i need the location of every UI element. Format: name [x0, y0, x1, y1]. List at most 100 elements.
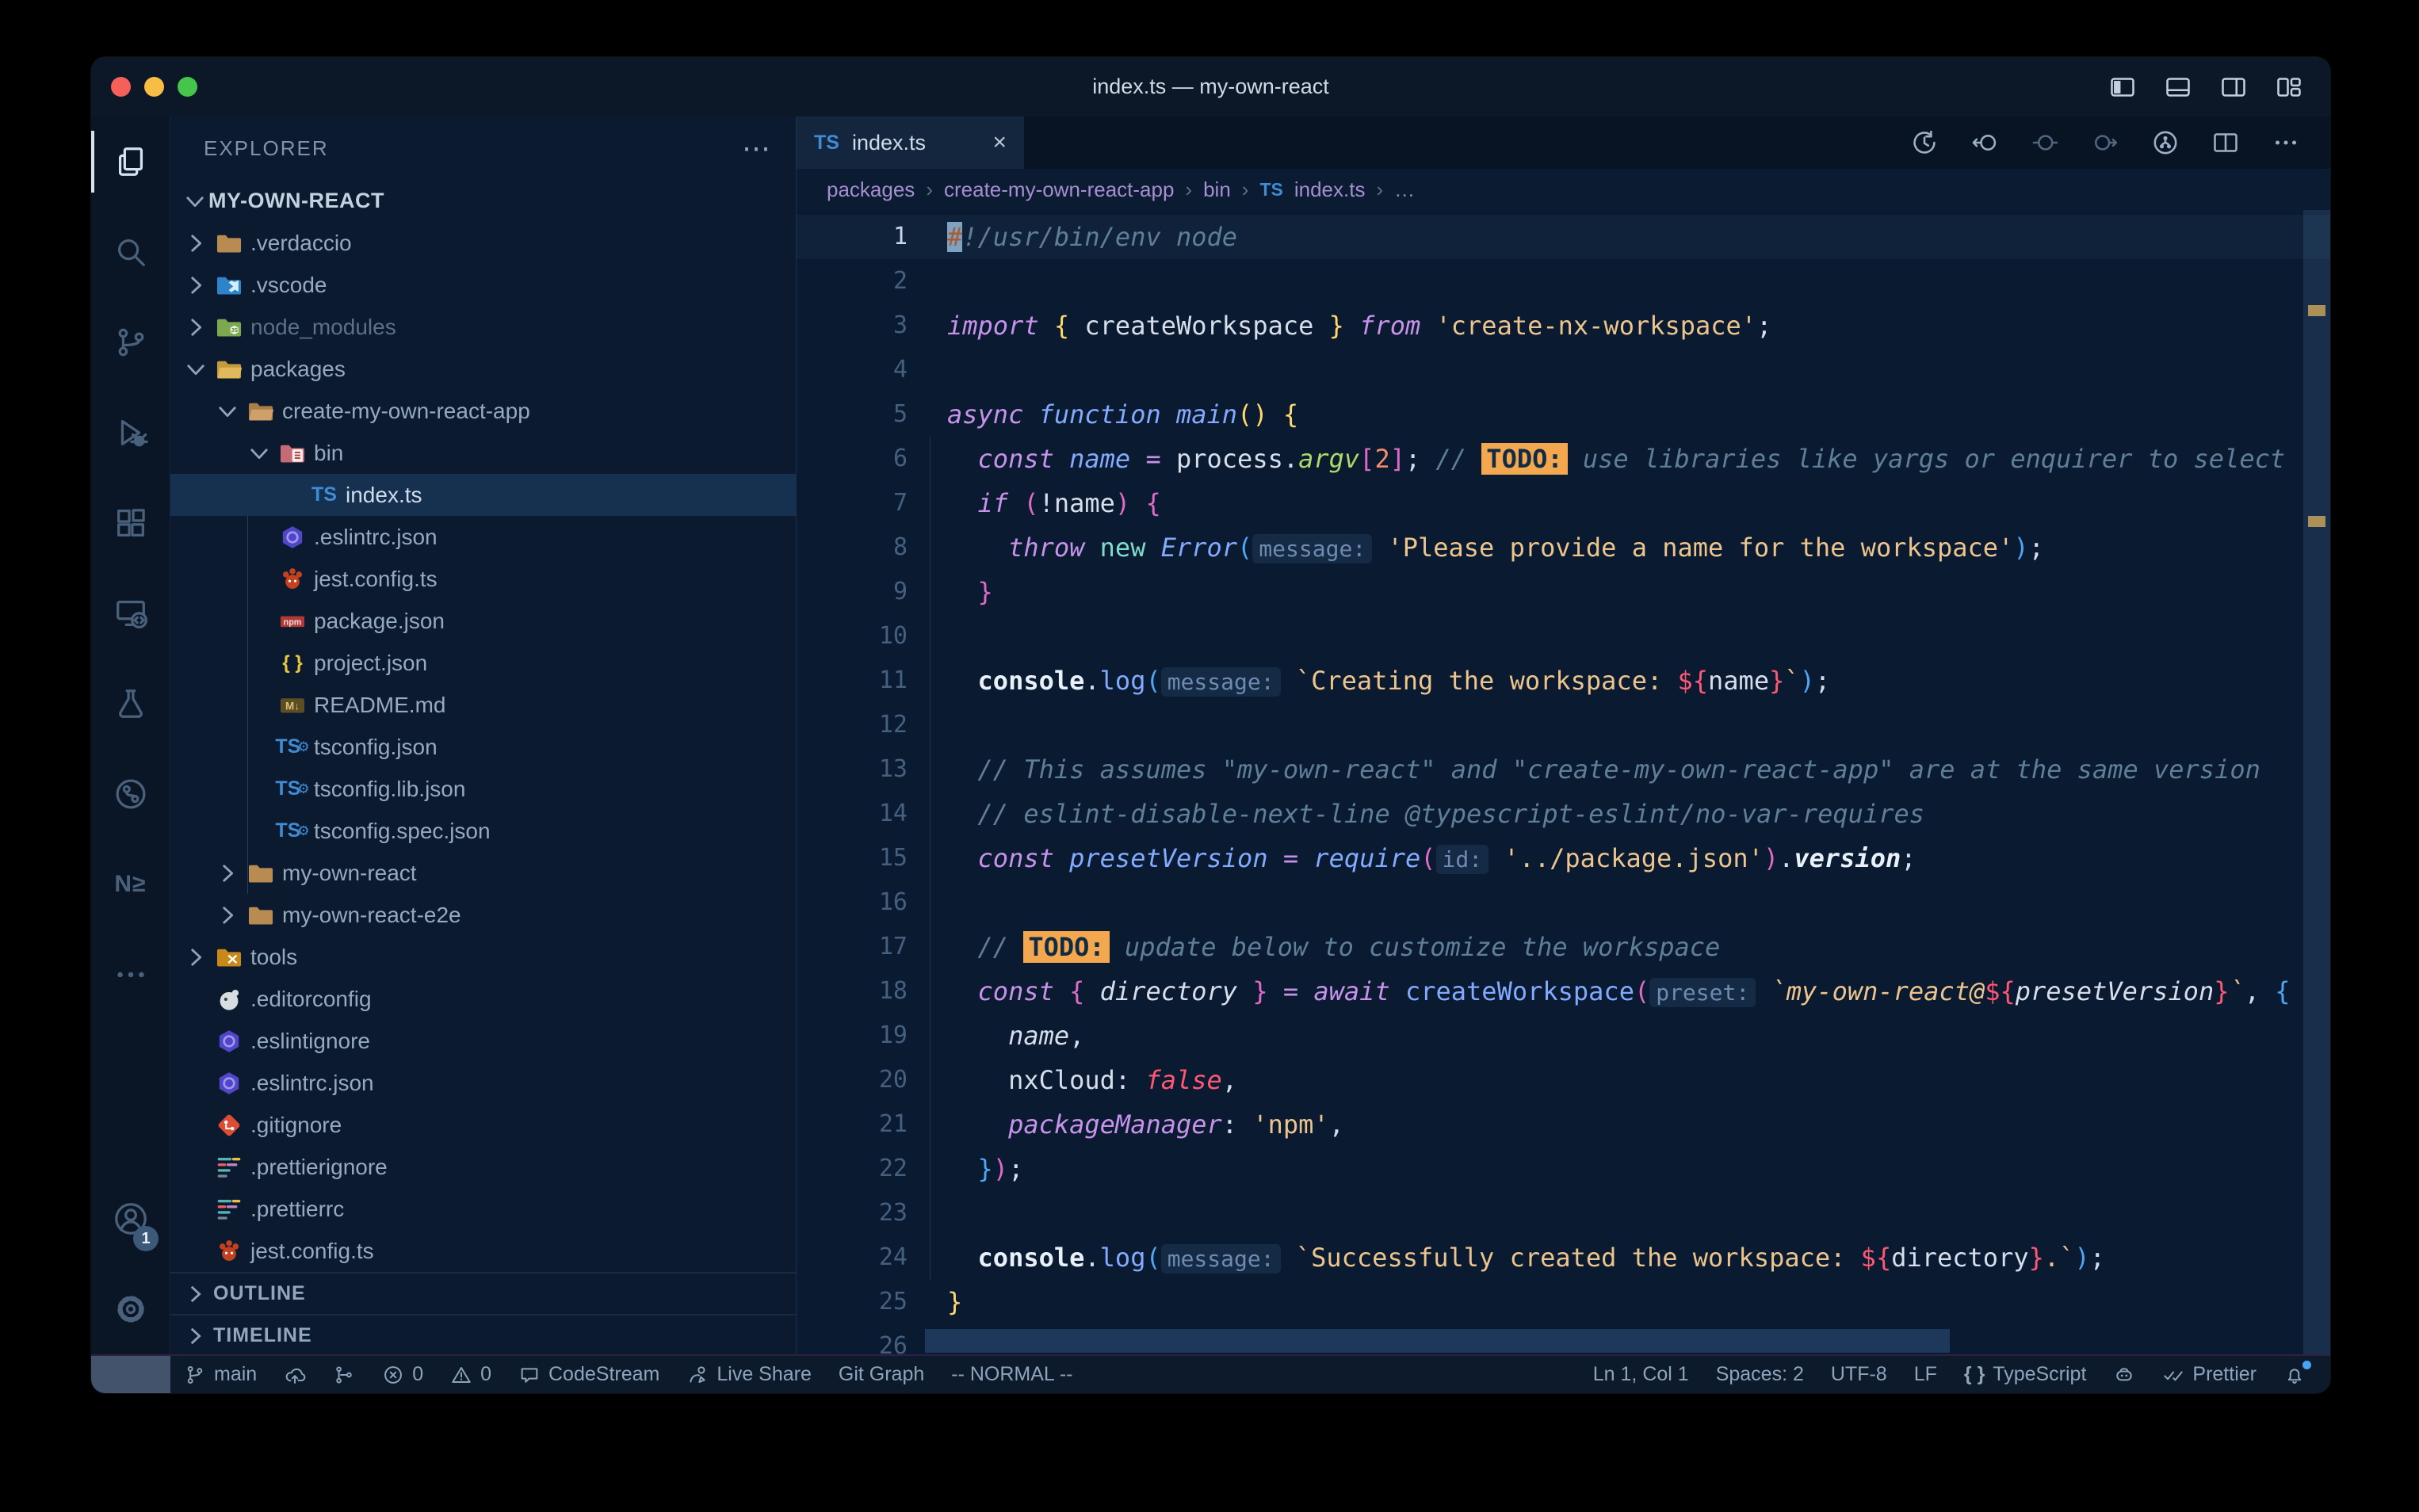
scrollbar-horizontal-thumb[interactable]	[925, 1329, 1950, 1353]
tree-item-tools[interactable]: tools	[170, 936, 796, 978]
tree-item-.eslintrc.json[interactable]: .eslintrc.json	[170, 516, 796, 558]
status-item-errors[interactable]: 0	[369, 1356, 437, 1393]
nav-back-icon[interactable]	[2031, 128, 2059, 157]
sidebar-more-icon[interactable]: ⋯	[742, 132, 772, 165]
activity-item-nx-console[interactable]: N≥	[91, 839, 170, 930]
tree-item-jest.config.ts[interactable]: jest.config.ts	[170, 558, 796, 600]
code-line-6[interactable]: 6 const name = process.argv[2]; // TODO:…	[797, 437, 2330, 481]
code-line-21[interactable]: 21 packageManager: 'npm',	[797, 1102, 2330, 1147]
code-line-19[interactable]: 19 name,	[797, 1014, 2330, 1058]
code-line-15[interactable]: 15 const presetVersion = require(id: '..…	[797, 836, 2330, 880]
tree-item-package.json[interactable]: npmpackage.json	[170, 600, 796, 642]
customize-layout-icon[interactable]	[2275, 73, 2303, 101]
status-item-prettier[interactable]: Prettier	[2149, 1356, 2270, 1393]
tree-root-my-own-react[interactable]: MY-OWN-REACT	[170, 180, 796, 222]
activity-item-accounts[interactable]: 1	[91, 1174, 170, 1264]
activity-item-git-graph[interactable]	[91, 749, 170, 839]
toggle-primary-sidebar-icon[interactable]	[2108, 73, 2137, 101]
status-item-publish[interactable]	[270, 1356, 319, 1393]
status-item-pipeline[interactable]	[319, 1356, 369, 1393]
tree-item-bin[interactable]: bin	[170, 432, 796, 474]
tree-item-.prettierignore[interactable]: .prettierignore	[170, 1146, 796, 1188]
status-item-cursor-position[interactable]: Ln 1, Col 1	[1580, 1356, 1702, 1393]
open-previous-change-icon[interactable]	[1970, 128, 1999, 157]
code-line-12[interactable]: 12	[797, 703, 2330, 747]
close-tab-icon[interactable]: ×	[992, 129, 1007, 156]
code-line-23[interactable]: 23	[797, 1191, 2330, 1235]
breadcrumb-item-bin[interactable]: bin	[1203, 178, 1231, 202]
tree-item-.gitignore[interactable]: .gitignore	[170, 1104, 796, 1146]
code-line-9[interactable]: 9 }	[797, 570, 2330, 614]
code-line-10[interactable]: 10	[797, 614, 2330, 659]
tree-item-create-my-own-react-app[interactable]: create-my-own-react-app	[170, 390, 796, 432]
tab-index-ts[interactable]: TS index.ts ×	[797, 116, 1024, 169]
tree-item-my-own-react[interactable]: my-own-react	[170, 852, 796, 894]
close-window-button[interactable]	[111, 77, 131, 97]
activity-item-testing[interactable]	[91, 659, 170, 749]
tree-item-.eslintignore[interactable]: .eslintignore	[170, 1020, 796, 1062]
code-line-8[interactable]: 8 throw new Error(message: 'Please provi…	[797, 525, 2330, 570]
status-item-git-branch[interactable]: main	[170, 1356, 270, 1393]
code-line-17[interactable]: 17 // TODO: update below to customize th…	[797, 925, 2330, 969]
tree-item-node_modules[interactable]: JSnode_modules	[170, 306, 796, 348]
tree-item-.vscode[interactable]: .vscode	[170, 264, 796, 306]
tree-item-my-own-react-e2e[interactable]: my-own-react-e2e	[170, 894, 796, 936]
code-line-16[interactable]: 16	[797, 880, 2330, 925]
toggle-panel-icon[interactable]	[2164, 73, 2192, 101]
activity-item-extensions[interactable]	[91, 478, 170, 568]
activity-item-settings[interactable]	[91, 1264, 170, 1354]
code-line-2[interactable]: 2	[797, 259, 2330, 304]
status-item-notifications[interactable]	[2270, 1356, 2319, 1393]
tree-item-.verdaccio[interactable]: .verdaccio	[170, 222, 796, 264]
nav-forward-icon[interactable]	[2091, 128, 2119, 157]
tree-item-.prettierrc[interactable]: .prettierrc	[170, 1188, 796, 1230]
activity-item-source-control[interactable]	[91, 297, 170, 388]
scrollbar-vertical-thumb[interactable]	[2303, 210, 2330, 1354]
code-line-13[interactable]: 13 // This assumes "my-own-react" and "c…	[797, 747, 2330, 792]
status-item-encoding[interactable]: UTF-8	[1817, 1356, 1901, 1393]
code-line-5[interactable]: 5async function main() {	[797, 392, 2330, 437]
code-line-14[interactable]: 14 // eslint-disable-next-line @typescri…	[797, 792, 2330, 836]
status-item-git-graph[interactable]: Git Graph	[825, 1356, 938, 1393]
activity-item-explorer[interactable]	[91, 116, 170, 207]
status-item-indentation[interactable]: Spaces: 2	[1702, 1356, 1817, 1393]
timeline-history-icon[interactable]	[1910, 128, 1939, 157]
status-item-copilot[interactable]	[2100, 1356, 2149, 1393]
tree-item-tsconfig.json[interactable]: TS⚙tsconfig.json	[170, 726, 796, 768]
split-editor-icon[interactable]	[2211, 128, 2240, 157]
status-item-vim-mode[interactable]: -- NORMAL --	[938, 1356, 1086, 1393]
tree-item-jest.config.ts[interactable]: jest.config.ts	[170, 1230, 796, 1272]
status-item-codestream[interactable]: CodeStream	[505, 1356, 673, 1393]
git-graph-view-icon[interactable]	[2151, 128, 2180, 157]
code-editor[interactable]: 1#!/usr/bin/env node23import { createWor…	[797, 210, 2330, 1354]
status-item-eol[interactable]: LF	[1901, 1356, 1951, 1393]
outline-section[interactable]: OUTLINE	[170, 1272, 796, 1314]
tree-item-README.md[interactable]: M↓README.md	[170, 684, 796, 726]
tree-item-index.ts[interactable]: TSindex.ts	[170, 474, 796, 516]
code-line-20[interactable]: 20 nxCloud: false,	[797, 1058, 2330, 1102]
tree-item-tsconfig.spec.json[interactable]: TS⚙tsconfig.spec.json	[170, 810, 796, 852]
status-item-language-mode[interactable]: { }TypeScript	[1951, 1356, 2100, 1393]
breadcrumb-item-create-my-own-react-app[interactable]: create-my-own-react-app	[944, 178, 1174, 202]
breadcrumb-item-packages[interactable]: packages	[827, 178, 915, 202]
breadcrumb-item-index.ts[interactable]: index.ts	[1294, 178, 1366, 202]
status-item-remote-indicator[interactable]	[91, 1356, 170, 1393]
toggle-secondary-sidebar-icon[interactable]	[2219, 73, 2248, 101]
status-item-warnings[interactable]: 0	[437, 1356, 505, 1393]
timeline-section[interactable]: TIMELINE	[170, 1314, 796, 1354]
tree-item-project.json[interactable]: { }project.json	[170, 642, 796, 684]
tree-item-tsconfig.lib.json[interactable]: TS⚙tsconfig.lib.json	[170, 768, 796, 810]
activity-item-search[interactable]	[91, 207, 170, 297]
code-line-25[interactable]: 25}	[797, 1280, 2330, 1324]
activity-item-remote-explorer[interactable]	[91, 568, 170, 659]
code-line-7[interactable]: 7 if (!name) {	[797, 481, 2330, 525]
more-actions-icon[interactable]	[2272, 128, 2300, 157]
code-line-1[interactable]: 1#!/usr/bin/env node	[797, 215, 2330, 259]
activity-item-run-and-debug[interactable]	[91, 388, 170, 478]
code-line-24[interactable]: 24 console.log(message: `Successfully cr…	[797, 1235, 2330, 1280]
code-line-22[interactable]: 22 });	[797, 1147, 2330, 1191]
status-item-live-share[interactable]: Live Share	[673, 1356, 825, 1393]
tree-item-packages[interactable]: packages	[170, 348, 796, 390]
overview-ruler[interactable]	[2303, 210, 2330, 1354]
code-line-18[interactable]: 18 const { directory } = await createWor…	[797, 969, 2330, 1014]
